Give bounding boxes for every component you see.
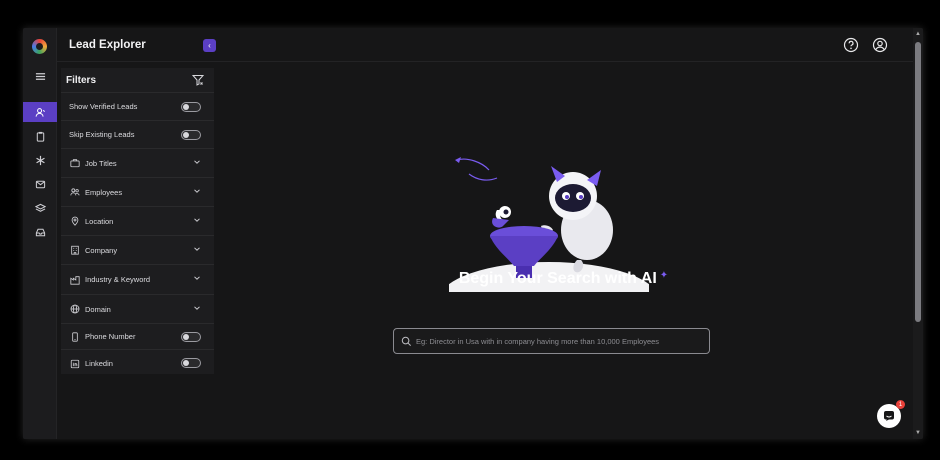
mail-nav-icon[interactable] xyxy=(23,174,57,194)
users-icon xyxy=(69,186,81,198)
search-heading: Begin Your Search with AI ✦ xyxy=(214,270,913,288)
chevron-down-icon xyxy=(194,160,200,164)
filter-job-titles[interactable]: Job Titles xyxy=(61,149,214,178)
search-icon xyxy=(401,336,411,346)
chevron-down-icon xyxy=(194,306,200,310)
chevron-down-icon xyxy=(194,247,200,251)
chevron-down-icon xyxy=(194,218,200,222)
filter-industry-keyword[interactable]: Industry & Keyword xyxy=(61,265,214,295)
menu-icon[interactable] xyxy=(23,66,57,86)
chevron-down-icon xyxy=(194,189,200,193)
chat-launcher-button[interactable]: 1 xyxy=(877,400,905,428)
skip-existing-leads-toggle[interactable] xyxy=(181,130,201,140)
chevron-left-icon: ‹ xyxy=(208,41,211,50)
scroll-up-icon[interactable]: ▲ xyxy=(915,31,921,37)
filters-panel: Filters Show Verified Leads Skip Existin… xyxy=(61,68,214,374)
sparkle-icon: ✦ xyxy=(659,270,669,281)
linkedin-toggle[interactable] xyxy=(181,358,201,368)
filters-heading: Filters xyxy=(66,75,97,86)
app-logo-icon[interactable] xyxy=(32,39,47,54)
filter-employees[interactable]: Employees xyxy=(61,178,214,207)
show-verified-leads-toggle[interactable] xyxy=(181,102,201,112)
integrations-nav-icon[interactable] xyxy=(23,150,57,170)
scrollbar-thumb[interactable] xyxy=(915,42,921,322)
phone-number-toggle[interactable] xyxy=(181,332,201,342)
building-icon xyxy=(69,244,81,256)
clipboard-nav-icon[interactable] xyxy=(23,126,57,146)
lead-explorer-nav-icon[interactable] xyxy=(23,102,57,122)
chat-bubble-icon xyxy=(884,411,894,421)
filter-skip-existing-leads[interactable]: Skip Existing Leads xyxy=(61,121,214,149)
globe-icon xyxy=(69,303,81,315)
filter-funnel-icon[interactable] xyxy=(192,74,204,86)
icon-rail xyxy=(23,28,57,439)
heading-text: Begin Your Search with AI xyxy=(458,270,657,287)
help-icon[interactable] xyxy=(843,37,859,53)
app-window: Lead Explorer ‹ Filters Show Verified Le… xyxy=(23,28,923,439)
filter-show-verified-leads[interactable]: Show Verified Leads xyxy=(61,93,214,121)
filter-domain[interactable]: Domain xyxy=(61,295,214,324)
page-title: Lead Explorer xyxy=(69,39,146,51)
layers-nav-icon[interactable] xyxy=(23,198,57,218)
linkedin-icon xyxy=(69,358,81,370)
inbox-nav-icon[interactable] xyxy=(23,222,57,242)
filter-location[interactable]: Location xyxy=(61,207,214,236)
chat-unread-badge: 1 xyxy=(896,400,905,409)
factory-icon xyxy=(69,274,81,286)
main-content: Begin Your Search with AI ✦ xyxy=(214,62,913,439)
filters-header: Filters xyxy=(61,68,214,93)
ai-search-box[interactable] xyxy=(393,328,710,354)
filter-linkedin[interactable]: Linkedin xyxy=(61,350,214,377)
search-input[interactable] xyxy=(416,329,706,353)
top-bar: Lead Explorer ‹ xyxy=(57,28,923,62)
profile-icon[interactable] xyxy=(872,37,888,53)
phone-icon xyxy=(69,331,81,343)
collapse-sidebar-button[interactable]: ‹ xyxy=(203,39,216,52)
briefcase-icon xyxy=(69,157,81,169)
scroll-down-icon[interactable]: ▼ xyxy=(915,430,921,436)
filter-phone-number[interactable]: Phone Number xyxy=(61,324,214,350)
chevron-down-icon xyxy=(194,276,200,280)
map-pin-icon xyxy=(69,215,81,227)
page-scrollbar[interactable]: ▲ ▼ xyxy=(913,28,923,439)
filter-company[interactable]: Company xyxy=(61,236,214,265)
